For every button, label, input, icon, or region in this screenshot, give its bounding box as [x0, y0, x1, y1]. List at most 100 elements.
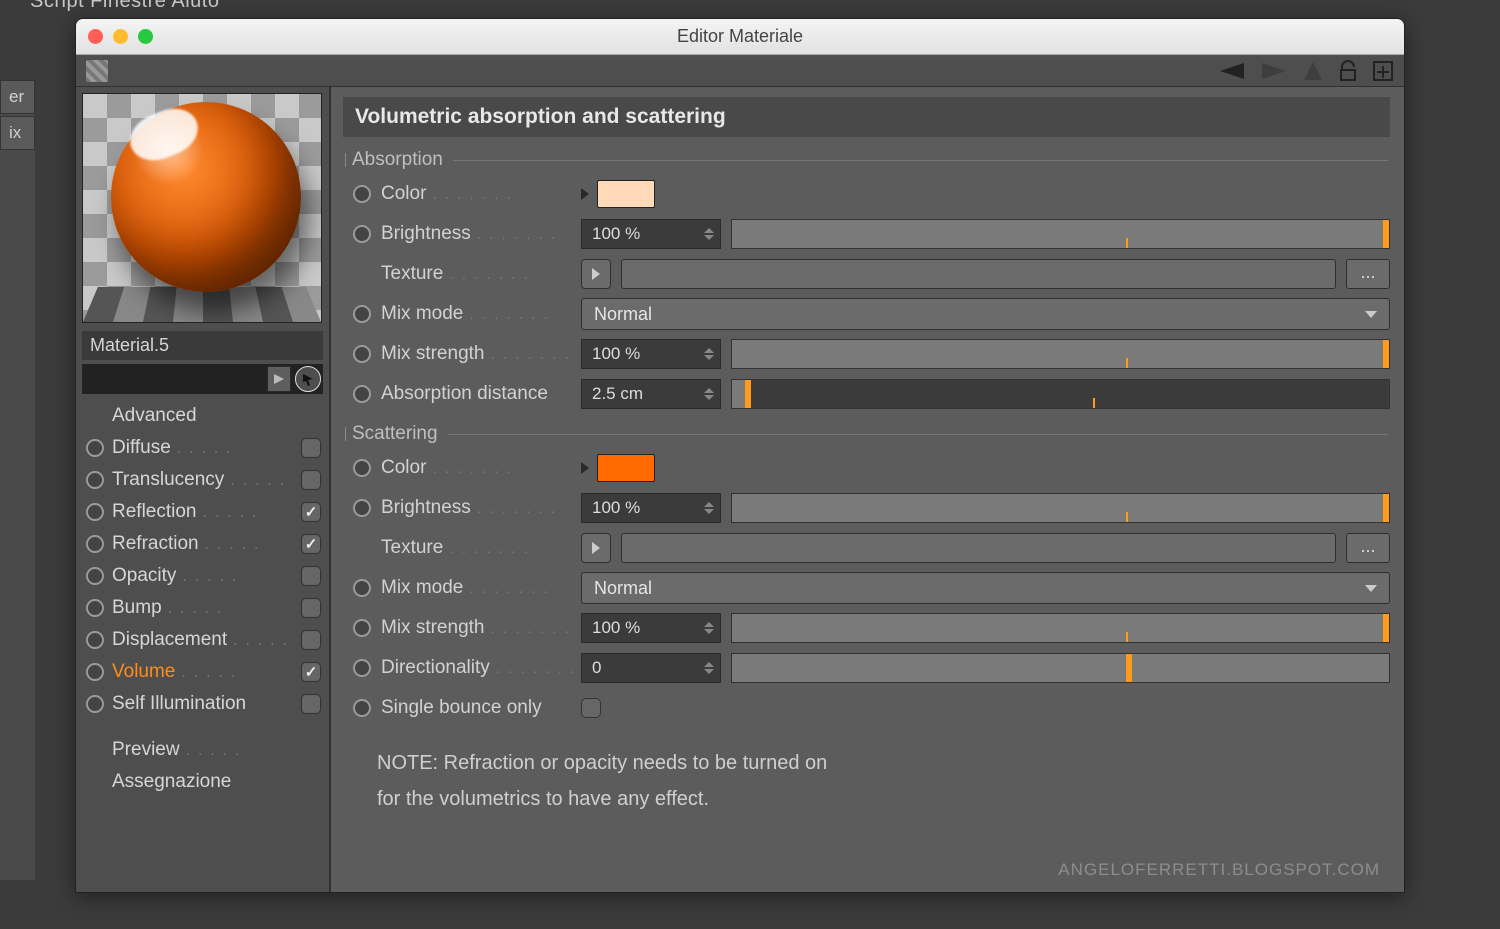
radio-icon[interactable]	[86, 535, 104, 553]
mixstrength-slider[interactable]	[731, 339, 1390, 369]
absdist-slider[interactable]	[731, 379, 1390, 409]
checkbox[interactable]	[301, 598, 321, 618]
radio-icon[interactable]	[353, 459, 371, 477]
checkbox[interactable]	[301, 694, 321, 714]
nav-back-icon[interactable]	[1218, 61, 1246, 81]
label: Texture	[381, 537, 581, 559]
radio-icon[interactable]	[86, 695, 104, 713]
radio-icon[interactable]	[353, 579, 371, 597]
channel-preview[interactable]: Preview	[82, 734, 323, 766]
texture-browse-button[interactable]: ...	[1346, 259, 1390, 289]
radio-icon[interactable]	[353, 345, 371, 363]
sidebar: Material.5 Advanced Diffuse	[76, 87, 331, 892]
channel-displacement[interactable]: Displacement	[82, 624, 323, 656]
brightness-field[interactable]: 100 %	[581, 493, 721, 523]
material-preview[interactable]	[82, 93, 322, 323]
color-swatch[interactable]	[597, 180, 655, 208]
nav-up-icon	[1302, 60, 1324, 82]
channel-bump[interactable]: Bump	[82, 592, 323, 624]
scattering-mixstrength-row: Mix strength 100 %	[343, 611, 1390, 645]
radio-icon[interactable]	[86, 599, 104, 617]
checker-icon[interactable]	[86, 60, 108, 82]
window-titlebar[interactable]: Editor Materiale	[76, 19, 1404, 55]
checkbox[interactable]	[301, 630, 321, 650]
label: Color	[381, 183, 581, 205]
channel-translucency[interactable]: Translucency	[82, 464, 323, 496]
radio-icon[interactable]	[86, 631, 104, 649]
texture-path-field[interactable]	[621, 533, 1336, 563]
absorption-mixstrength-row: Mix strength 100 %	[343, 337, 1390, 371]
new-tab-icon[interactable]	[1372, 60, 1394, 82]
radio-icon[interactable]	[353, 699, 371, 717]
label: Color	[381, 457, 581, 479]
channel-self-illumination[interactable]: Self Illumination	[82, 688, 323, 720]
scattering-directionality-row: Directionality 0	[343, 651, 1390, 685]
absdist-field[interactable]: 2.5 cm	[581, 379, 721, 409]
channel-diffuse[interactable]: Diffuse	[82, 432, 323, 464]
menubar-fragment: Script Finestre Aiuto	[30, 0, 219, 13]
properties-panel: Volumetric absorption and scattering Abs…	[331, 87, 1404, 892]
label: Brightness	[381, 497, 581, 519]
bg-tab: ix	[0, 116, 35, 150]
checkbox[interactable]	[301, 470, 321, 490]
label: Single bounce only	[381, 697, 581, 719]
background-docked-panel: er ix	[0, 80, 35, 880]
channel-volume[interactable]: Volume	[82, 656, 323, 688]
picker-cursor-button[interactable]	[295, 366, 321, 392]
channel-assegnazione[interactable]: Assegnazione	[82, 766, 323, 798]
channel-reflection[interactable]: Reflection	[82, 496, 323, 528]
channel-list: Advanced Diffuse Translucency Reflection	[82, 400, 323, 798]
channel-advanced[interactable]: Advanced	[82, 400, 323, 432]
label: Mix mode	[381, 577, 581, 599]
radio-icon[interactable]	[353, 385, 371, 403]
radio-icon[interactable]	[86, 439, 104, 457]
radio-icon[interactable]	[86, 567, 104, 585]
radio-icon[interactable]	[86, 503, 104, 521]
mixmode-dropdown[interactable]: Normal	[581, 572, 1390, 604]
scattering-color-row: Color	[343, 451, 1390, 485]
brightness-slider[interactable]	[731, 493, 1390, 523]
channel-refraction[interactable]: Refraction	[82, 528, 323, 560]
radio-icon[interactable]	[353, 305, 371, 323]
scattering-mixmode-row: Mix mode Normal	[343, 571, 1390, 605]
lock-icon[interactable]	[1338, 60, 1358, 82]
checkbox[interactable]	[301, 438, 321, 458]
scattering-singlebounce-row: Single bounce only	[343, 691, 1390, 725]
mixstrength-field[interactable]: 100 %	[581, 613, 721, 643]
radio-icon[interactable]	[86, 663, 104, 681]
mixstrength-field[interactable]: 100 %	[581, 339, 721, 369]
checkbox[interactable]	[301, 534, 321, 554]
brightness-slider[interactable]	[731, 219, 1390, 249]
absorption-texture-row: Texture ...	[343, 257, 1390, 291]
texture-browse-button[interactable]: ...	[1346, 533, 1390, 563]
mixstrength-slider[interactable]	[731, 613, 1390, 643]
directionality-slider[interactable]	[731, 653, 1390, 683]
texture-menu-button[interactable]	[581, 259, 611, 289]
checkbox[interactable]	[301, 566, 321, 586]
radio-icon[interactable]	[353, 499, 371, 517]
picker-arrow-button[interactable]	[267, 366, 291, 392]
texture-menu-button[interactable]	[581, 533, 611, 563]
nav-fwd-icon	[1260, 61, 1288, 81]
window-title: Editor Materiale	[76, 26, 1404, 47]
mixmode-dropdown[interactable]: Normal	[581, 298, 1390, 330]
material-name-field[interactable]: Material.5	[82, 331, 323, 360]
radio-icon[interactable]	[353, 185, 371, 203]
disclosure-icon[interactable]	[581, 188, 589, 200]
radio-icon[interactable]	[353, 659, 371, 677]
brightness-field[interactable]: 100 %	[581, 219, 721, 249]
absorption-brightness-row: Brightness 100 %	[343, 217, 1390, 251]
disclosure-icon[interactable]	[581, 462, 589, 474]
color-swatch[interactable]	[597, 454, 655, 482]
singlebounce-checkbox[interactable]	[581, 698, 601, 718]
directionality-field[interactable]: 0	[581, 653, 721, 683]
radio-icon[interactable]	[353, 619, 371, 637]
checkbox[interactable]	[301, 502, 321, 522]
radio-icon[interactable]	[353, 225, 371, 243]
radio-icon[interactable]	[86, 471, 104, 489]
texture-path-field[interactable]	[621, 259, 1336, 289]
label: Mix strength	[381, 343, 581, 365]
preview-sphere	[111, 102, 301, 292]
channel-opacity[interactable]: Opacity	[82, 560, 323, 592]
checkbox[interactable]	[301, 662, 321, 682]
